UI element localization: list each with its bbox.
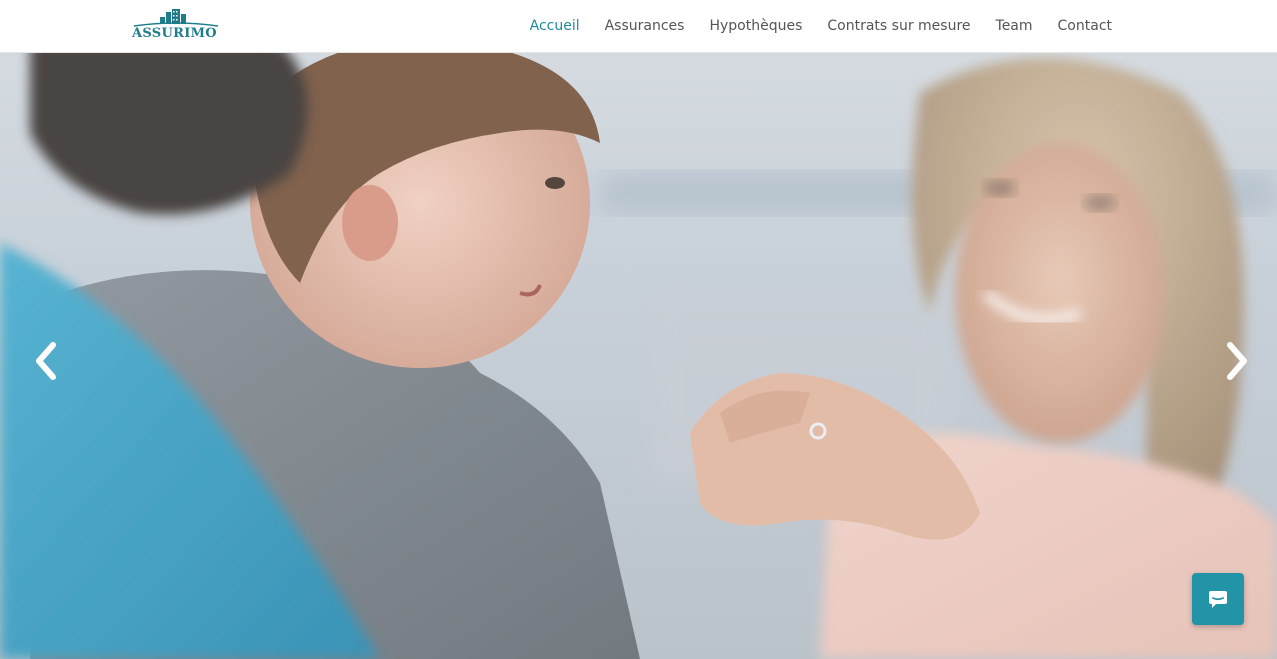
nav-item-contact[interactable]: Contact: [1058, 0, 1112, 53]
hero-image: [0, 53, 1277, 659]
nav-item-team[interactable]: Team: [996, 0, 1033, 53]
hero-slider: [0, 53, 1277, 659]
site-header: ASSURIMO Accueil Assurances Hypothèques …: [0, 0, 1277, 53]
chat-bubble-icon: [1209, 591, 1227, 608]
chat-widget-button[interactable]: [1192, 573, 1244, 625]
nav-item-accueil[interactable]: Accueil: [530, 0, 580, 53]
main-nav: Accueil Assurances Hypothèques Contrats …: [505, 0, 1112, 53]
brand-name: ASSURIMO: [132, 26, 217, 41]
nav-item-hypotheques[interactable]: Hypothèques: [709, 0, 802, 53]
slider-next-button[interactable]: [1216, 339, 1256, 383]
chevron-left-icon: [36, 342, 56, 380]
nav-item-assurances[interactable]: Assurances: [605, 0, 685, 53]
nav-item-contrats-sur-mesure[interactable]: Contrats sur mesure: [827, 0, 970, 53]
slider-prev-button[interactable]: [27, 339, 67, 383]
chevron-right-icon: [1227, 342, 1247, 380]
brand-logo[interactable]: ASSURIMO: [132, 9, 220, 43]
